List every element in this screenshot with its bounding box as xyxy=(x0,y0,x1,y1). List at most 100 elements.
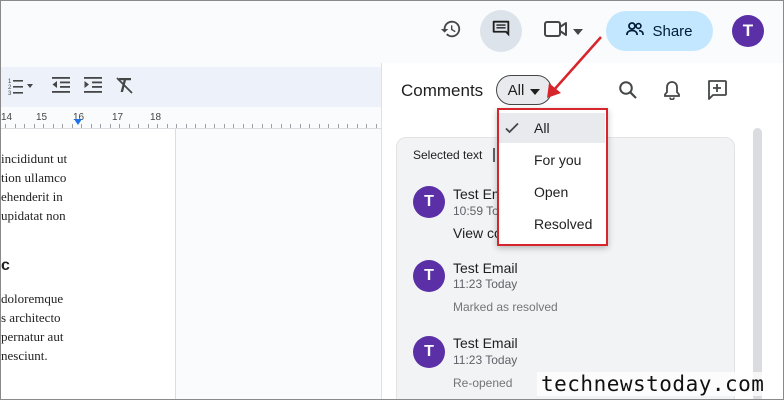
ruler-tick xyxy=(366,124,367,128)
ruler-tick xyxy=(14,124,16,128)
ruler-tick xyxy=(147,124,149,128)
filter-option-for-you[interactable]: For you xyxy=(499,145,605,175)
comment-author: Test Email xyxy=(453,260,518,276)
clear-formatting-button[interactable] xyxy=(115,76,135,99)
comments-filter-button[interactable]: All xyxy=(496,75,552,105)
text-line: tion ullamco xyxy=(1,170,67,185)
chevron-down-icon xyxy=(573,22,583,40)
ruler-tick xyxy=(119,124,120,128)
clear-formatting-icon xyxy=(115,76,135,99)
document-heading: c xyxy=(1,257,10,274)
account-avatar[interactable]: T xyxy=(732,15,764,47)
filter-option-label: Resolved xyxy=(534,216,593,232)
avatar: T xyxy=(413,336,445,368)
share-label: Share xyxy=(652,22,693,40)
decrease-indent-button[interactable] xyxy=(51,76,71,99)
ruler-tick xyxy=(71,124,73,128)
ruler-tick xyxy=(223,124,225,128)
ruler-tick xyxy=(81,124,82,128)
increase-indent-icon xyxy=(83,76,103,99)
add-comment-icon xyxy=(706,79,728,106)
ruler-tick xyxy=(195,124,196,128)
ruler-tick xyxy=(52,124,54,128)
ruler-tick xyxy=(185,124,187,128)
ruler-tick xyxy=(166,124,168,128)
document-paragraph: incididunt ut tion ullamco ehenderit in … xyxy=(1,149,79,225)
ruler-tick xyxy=(347,124,348,128)
ruler-tick xyxy=(328,124,329,128)
ruler-tick xyxy=(100,124,101,128)
ruler-number: 15 xyxy=(36,112,48,123)
ruler-number: 18 xyxy=(150,112,162,123)
ruler-tick xyxy=(33,124,35,128)
ruler-tick xyxy=(280,124,282,128)
notifications-button[interactable] xyxy=(659,79,685,105)
formatting-toolbar: 123 xyxy=(1,67,386,107)
text-line: doloremque xyxy=(1,291,64,306)
document-paragraph: doloremque s architecto pernatur aut nes… xyxy=(1,289,79,365)
ruler-number: 14 xyxy=(1,112,13,123)
bell-icon xyxy=(663,80,681,105)
comments-panel-title: Comments xyxy=(401,81,484,100)
ruler-tick xyxy=(290,124,291,128)
ruler-tick xyxy=(5,124,6,128)
ruler-tick xyxy=(261,124,263,128)
numbered-list-icon: 123 xyxy=(7,76,33,101)
add-comment-button[interactable] xyxy=(704,79,730,105)
top-bar: Share T xyxy=(1,1,783,63)
comments-icon xyxy=(490,18,512,45)
ruler-tick xyxy=(43,124,44,128)
meet-button[interactable] xyxy=(538,13,588,49)
ruler-tick xyxy=(252,124,253,128)
comments-scrollbar[interactable] xyxy=(753,128,762,399)
ruler-tick xyxy=(242,124,244,128)
svg-text:3: 3 xyxy=(8,91,12,96)
filter-option-open[interactable]: Open xyxy=(499,177,605,207)
comment-author: Test Email xyxy=(453,335,518,351)
search-icon xyxy=(618,80,638,105)
quote-bar xyxy=(493,148,495,162)
version-history-button[interactable] xyxy=(431,11,471,51)
comments-filter-dropdown: All For you Open Resolved xyxy=(497,108,608,246)
history-icon xyxy=(440,18,462,45)
comment-author: Test Em xyxy=(453,186,504,202)
share-button[interactable]: Share xyxy=(606,11,713,51)
caret-down-icon xyxy=(530,82,541,99)
ruler: 14 15 16 17 18 xyxy=(1,109,386,129)
numbered-list-button[interactable]: 123 xyxy=(7,76,33,101)
text-line: upidatat non xyxy=(1,208,66,223)
search-comments-button[interactable] xyxy=(615,79,641,105)
people-icon xyxy=(626,22,645,40)
watermark: technewstoday.com xyxy=(537,372,769,396)
ruler-tick xyxy=(337,124,339,128)
comment-status-note: Marked as resolved xyxy=(453,300,558,314)
ruler-tick xyxy=(138,124,139,128)
comment-time: 11:23 Today xyxy=(453,277,518,291)
filter-option-resolved[interactable]: Resolved xyxy=(499,209,605,239)
video-call-icon xyxy=(543,19,569,44)
comment-body: View co xyxy=(453,225,502,241)
filter-option-label: Open xyxy=(534,184,569,200)
ruler-tick xyxy=(233,124,234,128)
filter-option-label: For you xyxy=(534,152,582,168)
comment-status-note: Re-opened xyxy=(453,376,513,390)
filter-option-label: All xyxy=(534,120,550,136)
ruler-tick xyxy=(24,124,25,128)
ruler-tick xyxy=(157,124,158,128)
filter-value: All xyxy=(507,81,525,99)
app-window: Share T 123 14 15 16 17 18 incididunt ut… xyxy=(0,0,784,400)
avatar: T xyxy=(413,260,445,292)
text-line: pernatur aut xyxy=(1,329,64,344)
ruler-number: 17 xyxy=(112,112,124,123)
decrease-indent-icon xyxy=(51,76,71,99)
ruler-tick xyxy=(62,124,63,128)
ruler-tick xyxy=(90,124,92,128)
filter-option-all[interactable]: All xyxy=(499,113,605,143)
ruler-tick xyxy=(176,124,177,128)
comments-button[interactable] xyxy=(480,10,522,52)
check-icon xyxy=(504,120,520,139)
ruler-tick xyxy=(271,124,272,128)
increase-indent-button[interactable] xyxy=(83,76,103,99)
document-page[interactable]: incididunt ut tion ullamco ehenderit in … xyxy=(1,129,176,399)
ruler-tick xyxy=(204,124,206,128)
